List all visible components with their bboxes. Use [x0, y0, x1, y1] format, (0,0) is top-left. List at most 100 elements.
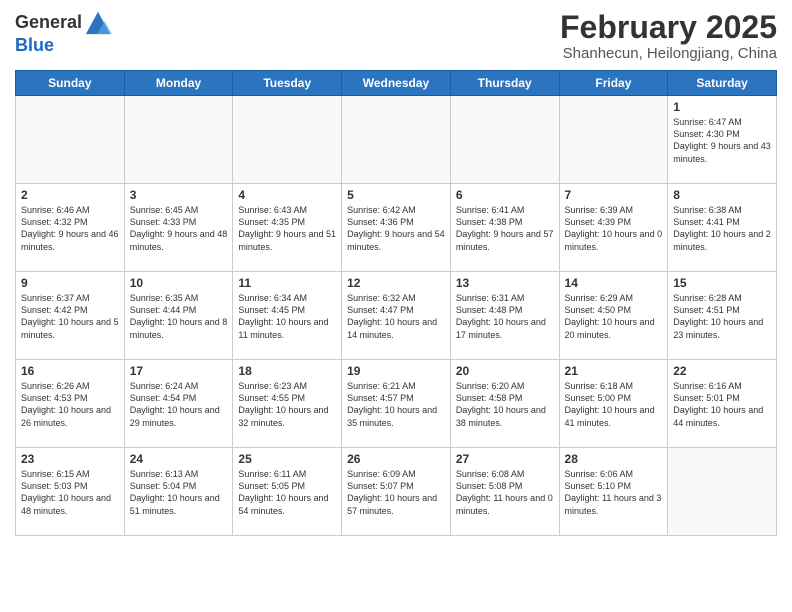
day-number: 4: [238, 188, 336, 202]
calendar-cell-w3-d5: 21 Sunrise: 6:18 AMSunset: 5:00 PMDayligh…: [559, 360, 668, 448]
calendar-cell-w1-d0: 2 Sunrise: 6:46 AMSunset: 4:32 PMDaylight…: [16, 184, 125, 272]
day-number: 8: [673, 188, 771, 202]
day-info: Sunrise: 6:34 AMSunset: 4:45 PMDaylight:…: [238, 292, 336, 341]
day-info: Sunrise: 6:09 AMSunset: 5:07 PMDaylight:…: [347, 468, 445, 517]
calendar-cell-w0-d0: [16, 96, 125, 184]
day-number: 19: [347, 364, 445, 378]
day-info: Sunrise: 6:23 AMSunset: 4:55 PMDaylight:…: [238, 380, 336, 429]
calendar-cell-w3-d3: 19Sunrise: 6:21 AMSunset: 4:57 PMDayligh…: [342, 360, 451, 448]
day-number: 16: [21, 364, 119, 378]
day-info: Sunrise: 6:15 AMSunset: 5:03 PMDaylight:…: [21, 468, 119, 517]
day-info: Sunrise: 6:26 AMSunset: 4:53 PMDaylight:…: [21, 380, 119, 429]
logo-general: General: [15, 13, 82, 33]
col-tuesday: Tuesday: [233, 71, 342, 96]
calendar-cell-w1-d5: 7 Sunrise: 6:39 AMSunset: 4:39 PMDaylight…: [559, 184, 668, 272]
calendar-cell-w2-d5: 14Sunrise: 6:29 AMSunset: 4:50 PMDayligh…: [559, 272, 668, 360]
calendar-cell-w0-d3: [342, 96, 451, 184]
logo-area: General Blue: [15, 10, 112, 56]
day-number: 23: [21, 452, 119, 466]
calendar-cell-w3-d1: 17 Sunrise: 6:24 AMSunset: 4:54 PMDayligh…: [124, 360, 233, 448]
calendar-cell-w1-d6: 8 Sunrise: 6:38 AMSunset: 4:41 PMDaylight…: [668, 184, 777, 272]
day-number: 24: [130, 452, 228, 466]
calendar-cell-w4-d6: [668, 448, 777, 536]
calendar-cell-w4-d5: 28Sunrise: 6:06 AMSunset: 5:10 PMDayligh…: [559, 448, 668, 536]
day-info: Sunrise: 6:08 AMSunset: 5:08 PMDaylight:…: [456, 468, 554, 517]
day-number: 7: [565, 188, 663, 202]
col-saturday: Saturday: [668, 71, 777, 96]
day-number: 12: [347, 276, 445, 290]
calendar-cell-w2-d3: 12 Sunrise: 6:32 AMSunset: 4:47 PMDayligh…: [342, 272, 451, 360]
calendar-cell-w2-d6: 15 Sunrise: 6:28 AMSunset: 4:51 PMDayligh…: [668, 272, 777, 360]
day-info: Sunrise: 6:45 AMSunset: 4:33 PMDaylight:…: [130, 204, 228, 253]
col-thursday: Thursday: [450, 71, 559, 96]
day-info: Sunrise: 6:31 AMSunset: 4:48 PMDaylight:…: [456, 292, 554, 341]
calendar-cell-w4-d3: 26 Sunrise: 6:09 AMSunset: 5:07 PMDayligh…: [342, 448, 451, 536]
calendar-table: Sunday Monday Tuesday Wednesday Thursday…: [15, 70, 777, 536]
day-number: 15: [673, 276, 771, 290]
day-info: Sunrise: 6:39 AMSunset: 4:39 PMDaylight:…: [565, 204, 663, 253]
calendar-cell-w0-d6: 1 Sunrise: 6:47 AMSunset: 4:30 PMDaylight…: [668, 96, 777, 184]
day-number: 26: [347, 452, 445, 466]
calendar-subtitle: Shanhecun, Heilongjiang, China: [560, 45, 777, 62]
col-sunday: Sunday: [16, 71, 125, 96]
day-number: 10: [130, 276, 228, 290]
calendar-cell-w1-d1: 3 Sunrise: 6:45 AMSunset: 4:33 PMDaylight…: [124, 184, 233, 272]
day-info: Sunrise: 6:20 AMSunset: 4:58 PMDaylight:…: [456, 380, 554, 429]
day-number: 20: [456, 364, 554, 378]
calendar-cell-w3-d2: 18 Sunrise: 6:23 AMSunset: 4:55 PMDayligh…: [233, 360, 342, 448]
day-info: Sunrise: 6:18 AMSunset: 5:00 PMDaylight:…: [565, 380, 663, 429]
day-number: 1: [673, 100, 771, 114]
calendar-cell-w1-d3: 5Sunrise: 6:42 AMSunset: 4:36 PMDaylight…: [342, 184, 451, 272]
day-number: 17: [130, 364, 228, 378]
day-number: 3: [130, 188, 228, 202]
week-row-2: 9 Sunrise: 6:37 AMSunset: 4:42 PMDaylight…: [16, 272, 777, 360]
day-number: 21: [565, 364, 663, 378]
day-number: 2: [21, 188, 119, 202]
day-info: Sunrise: 6:32 AMSunset: 4:47 PMDaylight:…: [347, 292, 445, 341]
calendar-cell-w3-d6: 22 Sunrise: 6:16 AMSunset: 5:01 PMDayligh…: [668, 360, 777, 448]
day-info: Sunrise: 6:38 AMSunset: 4:41 PMDaylight:…: [673, 204, 771, 253]
day-number: 25: [238, 452, 336, 466]
week-row-0: 1 Sunrise: 6:47 AMSunset: 4:30 PMDaylight…: [16, 96, 777, 184]
calendar-cell-w4-d4: 27 Sunrise: 6:08 AMSunset: 5:08 PMDayligh…: [450, 448, 559, 536]
col-wednesday: Wednesday: [342, 71, 451, 96]
day-number: 6: [456, 188, 554, 202]
day-info: Sunrise: 6:43 AMSunset: 4:35 PMDaylight:…: [238, 204, 336, 253]
calendar-cell-w0-d1: [124, 96, 233, 184]
calendar-cell-w4-d2: 25 Sunrise: 6:11 AMSunset: 5:05 PMDayligh…: [233, 448, 342, 536]
page: General Blue February 2025 Shanhecun, He…: [0, 0, 792, 612]
logo-blue: Blue: [15, 35, 54, 55]
day-info: Sunrise: 6:41 AMSunset: 4:38 PMDaylight:…: [456, 204, 554, 253]
calendar-cell-w4-d1: 24Sunrise: 6:13 AMSunset: 5:04 PMDayligh…: [124, 448, 233, 536]
header: General Blue February 2025 Shanhecun, He…: [15, 10, 777, 62]
calendar-cell-w0-d5: [559, 96, 668, 184]
col-monday: Monday: [124, 71, 233, 96]
logo-icon: [84, 8, 112, 36]
day-number: 13: [456, 276, 554, 290]
day-info: Sunrise: 6:42 AMSunset: 4:36 PMDaylight:…: [347, 204, 445, 253]
calendar-cell-w0-d2: [233, 96, 342, 184]
day-number: 18: [238, 364, 336, 378]
day-number: 9: [21, 276, 119, 290]
calendar-header-row: Sunday Monday Tuesday Wednesday Thursday…: [16, 71, 777, 96]
day-number: 11: [238, 276, 336, 290]
week-row-3: 16 Sunrise: 6:26 AMSunset: 4:53 PMDayligh…: [16, 360, 777, 448]
calendar-cell-w1-d4: 6 Sunrise: 6:41 AMSunset: 4:38 PMDaylight…: [450, 184, 559, 272]
day-number: 22: [673, 364, 771, 378]
calendar-cell-w2-d0: 9 Sunrise: 6:37 AMSunset: 4:42 PMDaylight…: [16, 272, 125, 360]
calendar-cell-w0-d4: [450, 96, 559, 184]
day-info: Sunrise: 6:37 AMSunset: 4:42 PMDaylight:…: [21, 292, 119, 341]
day-info: Sunrise: 6:35 AMSunset: 4:44 PMDaylight:…: [130, 292, 228, 341]
day-info: Sunrise: 6:11 AMSunset: 5:05 PMDaylight:…: [238, 468, 336, 517]
day-info: Sunrise: 6:16 AMSunset: 5:01 PMDaylight:…: [673, 380, 771, 429]
calendar-cell-w3-d0: 16 Sunrise: 6:26 AMSunset: 4:53 PMDayligh…: [16, 360, 125, 448]
week-row-1: 2 Sunrise: 6:46 AMSunset: 4:32 PMDaylight…: [16, 184, 777, 272]
calendar-cell-w1-d2: 4 Sunrise: 6:43 AMSunset: 4:35 PMDaylight…: [233, 184, 342, 272]
col-friday: Friday: [559, 71, 668, 96]
day-info: Sunrise: 6:28 AMSunset: 4:51 PMDaylight:…: [673, 292, 771, 341]
day-info: Sunrise: 6:46 AMSunset: 4:32 PMDaylight:…: [21, 204, 119, 253]
day-info: Sunrise: 6:24 AMSunset: 4:54 PMDaylight:…: [130, 380, 228, 429]
day-number: 27: [456, 452, 554, 466]
day-info: Sunrise: 6:47 AMSunset: 4:30 PMDaylight:…: [673, 116, 771, 165]
day-info: Sunrise: 6:06 AMSunset: 5:10 PMDaylight:…: [565, 468, 663, 517]
